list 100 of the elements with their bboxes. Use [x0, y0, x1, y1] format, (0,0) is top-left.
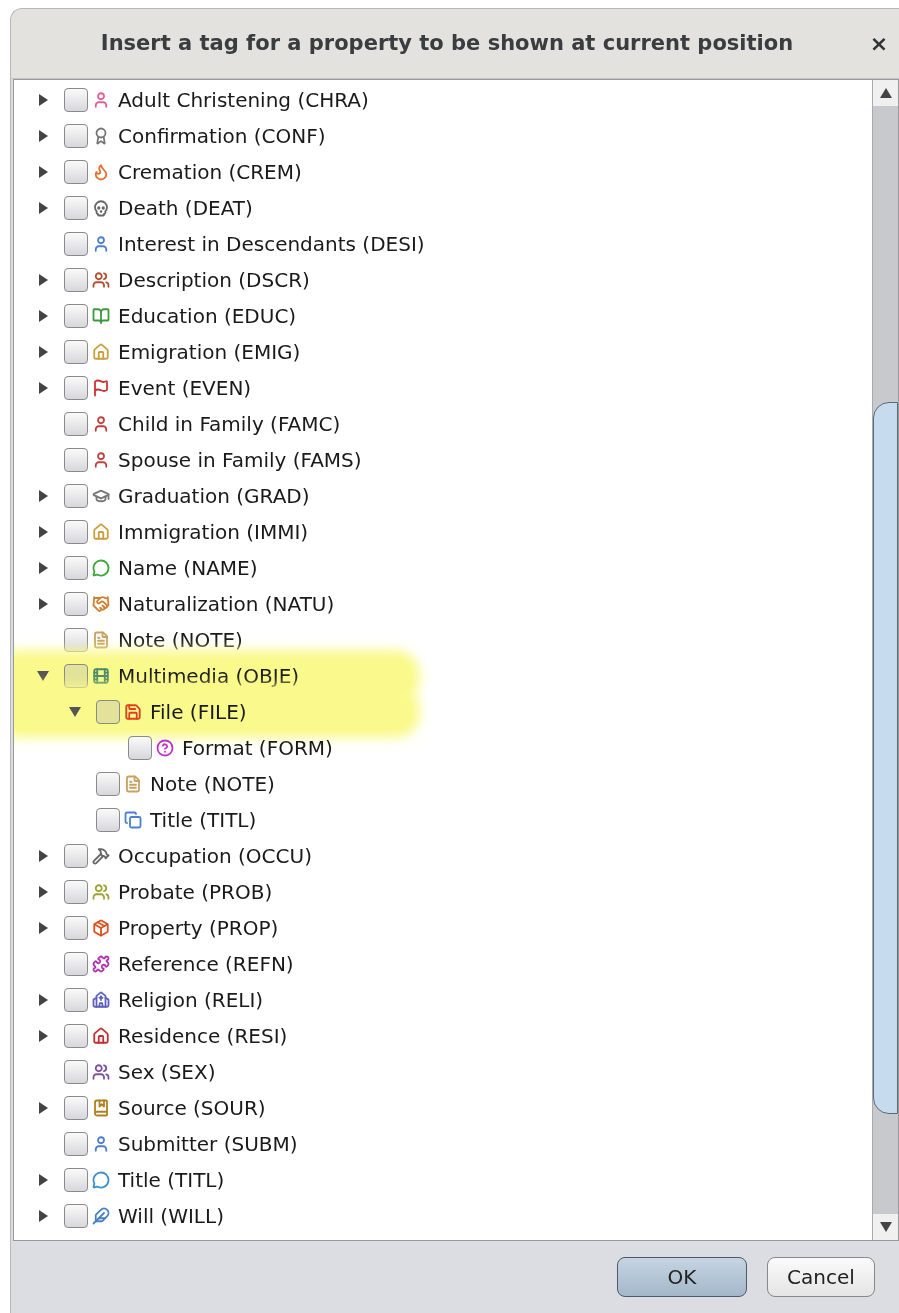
expand-arrow-icon[interactable] [38, 886, 48, 898]
checkbox[interactable] [64, 880, 88, 904]
expand-arrow-icon[interactable] [38, 562, 48, 574]
close-button[interactable]: × [859, 27, 899, 60]
checkbox[interactable] [64, 1204, 88, 1228]
expand-arrow-icon[interactable] [38, 202, 48, 214]
tree-item-label[interactable]: Submitter (SUBM) [118, 1129, 298, 1159]
checkbox[interactable] [64, 304, 88, 328]
checkbox[interactable] [64, 592, 88, 616]
tree-item-label[interactable]: Confirmation (CONF) [118, 121, 326, 151]
person-icon [92, 91, 110, 109]
checkbox[interactable] [64, 448, 88, 472]
checkbox[interactable] [64, 268, 88, 292]
hammer-icon [92, 847, 110, 865]
tree-item-label[interactable]: Multimedia (OBJE) [118, 661, 300, 691]
expand-arrow-icon[interactable] [38, 1030, 48, 1042]
checkbox[interactable] [64, 664, 88, 688]
tree-item-label[interactable]: Reference (REFN) [118, 949, 294, 979]
checkbox[interactable] [96, 808, 120, 832]
expand-arrow-icon[interactable] [38, 598, 48, 610]
ok-button[interactable]: OK [617, 1257, 747, 1297]
tree-item-label[interactable]: Naturalization (NATU) [118, 589, 335, 619]
tree-item-label[interactable]: Interest in Descendants (DESI) [118, 229, 425, 259]
cancel-button[interactable]: Cancel [767, 1257, 875, 1297]
expand-arrow-icon[interactable] [38, 526, 48, 538]
expand-arrow-icon[interactable] [38, 1174, 48, 1186]
tree-item-label[interactable]: Religion (RELI) [118, 985, 264, 1015]
tree-item-label[interactable]: Format (FORM) [182, 733, 333, 763]
tree-item-label[interactable]: Adult Christening (CHRA) [118, 85, 369, 115]
checkbox[interactable] [64, 916, 88, 940]
expand-arrow-icon[interactable] [38, 922, 48, 934]
checkbox[interactable] [64, 952, 88, 976]
tree-item-label[interactable]: Title (TITL) [150, 805, 257, 835]
checkbox[interactable] [64, 196, 88, 220]
checkbox[interactable] [64, 484, 88, 508]
expand-arrow-icon[interactable] [38, 166, 48, 178]
checkbox[interactable] [64, 520, 88, 544]
expand-arrow-icon[interactable] [38, 130, 48, 142]
expand-arrow-icon[interactable] [38, 274, 48, 286]
checkbox[interactable] [64, 232, 88, 256]
checkbox[interactable] [64, 1024, 88, 1048]
expand-arrow-icon[interactable] [38, 346, 48, 358]
tree-item-label[interactable]: File (FILE) [150, 697, 247, 727]
scrollbar-thumb[interactable] [873, 402, 898, 1114]
tree-item-label[interactable]: Note (NOTE) [150, 769, 275, 799]
checkbox[interactable] [64, 988, 88, 1012]
tree-item-label[interactable]: Cremation (CREM) [118, 157, 302, 187]
tree-item-label[interactable]: Title (TITL) [118, 1165, 225, 1195]
tree-item-label[interactable]: Name (NAME) [118, 553, 258, 583]
checkbox[interactable] [64, 88, 88, 112]
tree-item-label[interactable]: Description (DSCR) [118, 265, 310, 295]
tree-item-label[interactable]: Event (EVEN) [118, 373, 252, 403]
tree-item-label[interactable]: Occupation (OCCU) [118, 841, 312, 871]
tree-item-label[interactable]: Death (DEAT) [118, 193, 253, 223]
tree-item-label[interactable]: Residence (RESI) [118, 1021, 288, 1051]
scroll-down-icon[interactable] [879, 1222, 892, 1232]
expand-arrow-icon[interactable] [38, 850, 48, 862]
expand-arrow-icon[interactable] [38, 1102, 48, 1114]
checkbox[interactable] [64, 556, 88, 580]
checkbox[interactable] [64, 844, 88, 868]
checkbox[interactable] [64, 412, 88, 436]
expand-arrow-icon[interactable] [38, 310, 48, 322]
expand-arrow-icon[interactable] [38, 1210, 48, 1222]
scroll-up-icon[interactable] [879, 88, 892, 98]
copy-icon [124, 811, 142, 829]
expand-arrow-icon[interactable] [38, 490, 48, 502]
checkbox[interactable] [64, 1168, 88, 1192]
expand-arrow-icon[interactable] [38, 94, 48, 106]
tree-item-label[interactable]: Sex (SEX) [118, 1057, 216, 1087]
tree-item-label[interactable]: Note (NOTE) [118, 625, 243, 655]
skull-icon [92, 199, 110, 217]
checkbox[interactable] [64, 1096, 88, 1120]
collapse-arrow-icon[interactable] [37, 671, 49, 681]
tree-item-label[interactable]: Will (WILL) [118, 1201, 224, 1231]
collapse-arrow-icon[interactable] [69, 707, 81, 717]
checkbox[interactable] [64, 376, 88, 400]
checkbox[interactable] [96, 772, 120, 796]
checkbox[interactable] [64, 124, 88, 148]
tree-item-label[interactable]: Emigration (EMIG) [118, 337, 301, 367]
scrollbar[interactable] [872, 80, 898, 1240]
checkbox[interactable] [64, 340, 88, 364]
tree-item-label[interactable]: Education (EDUC) [118, 301, 297, 331]
tree-item-label[interactable]: Child in Family (FAMC) [118, 409, 341, 439]
checkbox[interactable] [64, 160, 88, 184]
checkbox[interactable] [64, 628, 88, 652]
tree-item-label[interactable]: Probate (PROB) [118, 877, 273, 907]
expand-arrow-icon[interactable] [38, 382, 48, 394]
tree-item-label[interactable]: Property (PROP) [118, 913, 279, 943]
church-icon [92, 991, 110, 1009]
tree-item-label[interactable]: Graduation (GRAD) [118, 481, 310, 511]
checkbox[interactable] [64, 1060, 88, 1084]
tree-item-label[interactable]: Source (SOUR) [118, 1093, 266, 1123]
checkbox[interactable] [128, 736, 152, 760]
checkbox[interactable] [64, 1132, 88, 1156]
checkbox[interactable] [96, 700, 120, 724]
speech-bubble-icon [92, 1171, 110, 1189]
people-icon [92, 271, 110, 289]
tree-item-label[interactable]: Spouse in Family (FAMS) [118, 445, 362, 475]
expand-arrow-icon[interactable] [38, 994, 48, 1006]
tree-item-label[interactable]: Immigration (IMMI) [118, 517, 309, 547]
